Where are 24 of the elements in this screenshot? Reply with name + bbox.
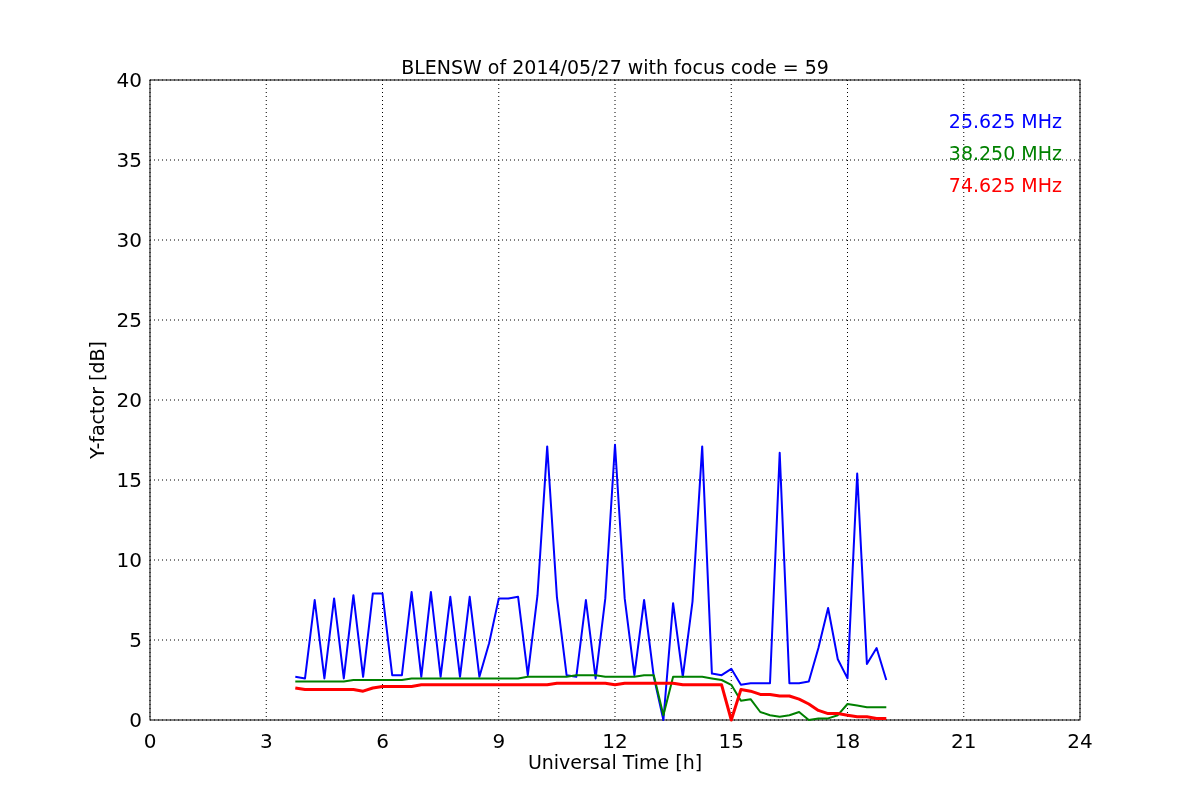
- tick-label: 3: [259, 729, 273, 753]
- tick-label: 12: [602, 729, 628, 753]
- legend-label: 38.250 MHz: [948, 142, 1062, 164]
- tick-label: 0: [129, 708, 142, 732]
- tick-label: 15: [116, 468, 142, 492]
- tick-label: 35: [116, 148, 142, 172]
- axis-label: Universal Time [h]: [527, 751, 703, 773]
- tick-label: 20: [116, 388, 142, 412]
- tick-label: 25: [116, 308, 142, 332]
- axis-label: Y-factor [dB]: [86, 341, 108, 459]
- tick-label: 0: [143, 729, 157, 753]
- tick-label: 18: [834, 729, 861, 753]
- tick-label: 10: [116, 548, 142, 572]
- tick-label: 30: [116, 228, 142, 252]
- tick-label: 15: [718, 729, 744, 753]
- legend-label: 25.625 MHz: [948, 110, 1062, 132]
- tick-label: 5: [129, 628, 142, 652]
- tick-label: 9: [492, 729, 506, 753]
- tick-label: 40: [116, 68, 142, 92]
- chart-title: BLENSW of 2014/05/27 with focus code = 59: [401, 56, 829, 78]
- tick-label: 24: [1067, 729, 1093, 753]
- tick-label: 6: [376, 729, 389, 753]
- legend-label: 74.625 MHz: [948, 174, 1062, 196]
- tick-label: 21: [951, 729, 977, 753]
